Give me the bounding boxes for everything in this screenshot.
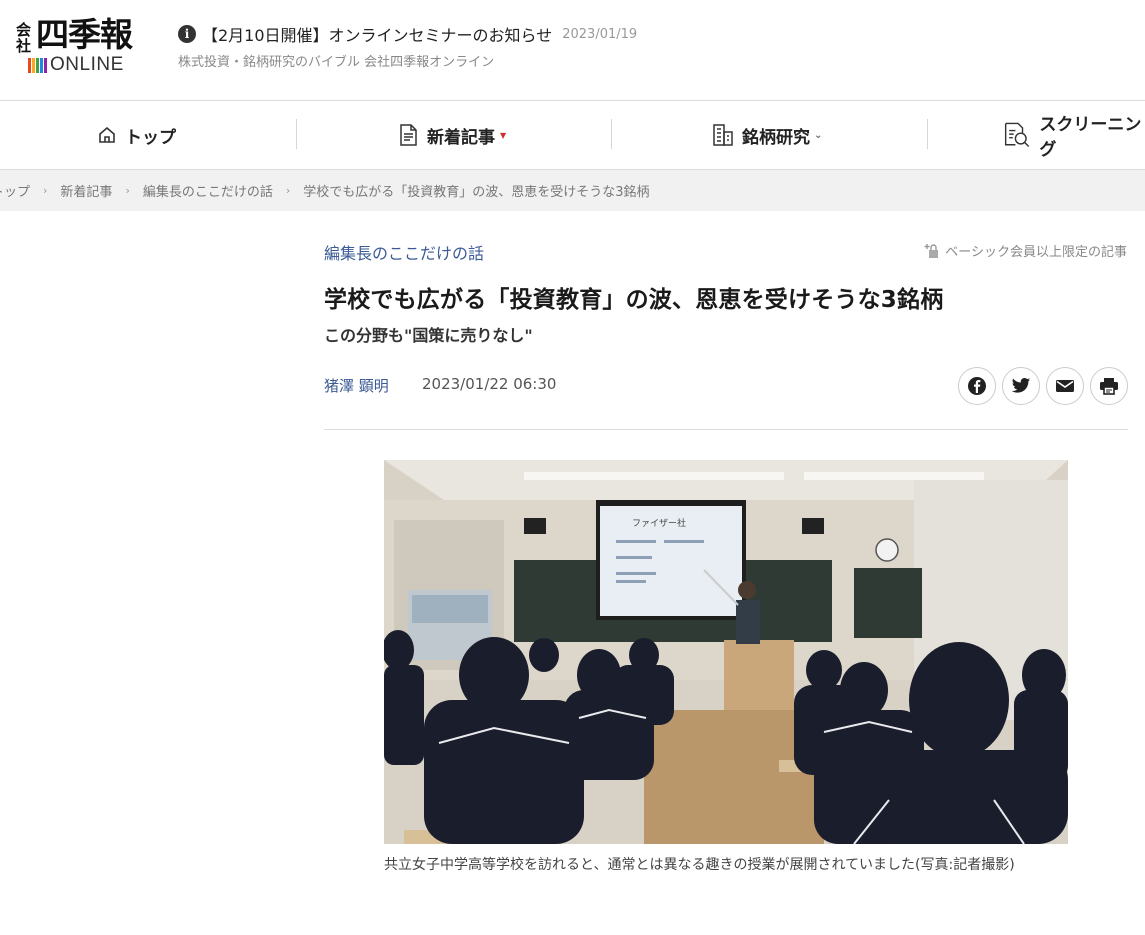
nav-label-new-articles: 新着記事 [427, 127, 495, 148]
mail-share-button[interactable] [1046, 367, 1084, 405]
chevron-down-icon: ⌄ [814, 129, 823, 141]
logo-online: ONLINE [50, 54, 124, 75]
nav-divider [927, 119, 928, 149]
article-title: 学校でも広がる「投資教育」の波、恩恵を受けそうな3銘柄 [324, 287, 944, 313]
building-icon [713, 124, 733, 146]
classroom-photo: ファイザー社 [384, 460, 1068, 844]
breadcrumb-item-new-articles[interactable]: 新着記事 [60, 181, 112, 200]
article-date: 2023/01/22 06:30 [422, 375, 557, 393]
breadcrumb-separator: › [285, 184, 291, 197]
mail-icon [1056, 380, 1074, 392]
article-subtitle: この分野も"国策に売りなし" [324, 326, 533, 345]
print-button[interactable] [1090, 367, 1128, 405]
seminar-notice[interactable]: i 【2月10日開催】オンラインセミナーのお知らせ 2023/01/19 [178, 22, 637, 46]
logo-name: 四季報 [36, 15, 133, 54]
site-header: 会社 四季報 ONLINE i 【2月10日開催】オンラインセミナーのお知らせ … [0, 0, 1145, 101]
members-only-text: ベーシック会員以上限定の記事 [945, 245, 1127, 260]
photo-caption: 共立女子中学高等学校を訪れると、通常とは異なる趣きの授業が展開されていました(写… [384, 857, 1015, 873]
facebook-icon [968, 377, 986, 395]
twitter-share-button[interactable] [1002, 367, 1040, 405]
nav-label-top: トップ [125, 127, 176, 148]
twitter-icon [1011, 377, 1031, 393]
info-icon: i [178, 25, 196, 43]
facebook-share-button[interactable] [958, 367, 996, 405]
notice-text[interactable]: 【2月10日開催】オンラインセミナーのお知らせ [202, 22, 552, 46]
document-icon [400, 124, 417, 146]
nav-divider [611, 119, 612, 149]
share-buttons [958, 367, 1128, 405]
nav-item-top[interactable]: トップ [97, 101, 176, 169]
nav-item-stock-research[interactable]: 銘柄研究 ⌄ [712, 101, 822, 169]
breadcrumb: トップ › 新着記事 › 編集長のここだけの話 › 学校でも広がる「投資教育」の… [0, 170, 1145, 211]
notice-date: 2023/01/19 [562, 26, 638, 42]
site-logo[interactable]: 会社 四季報 ONLINE [16, 16, 162, 80]
logo-color-bars [28, 57, 47, 73]
article-photo: ファイザー社 [384, 460, 1068, 844]
breadcrumb-separator: › [125, 184, 130, 197]
article-author[interactable]: 猪澤 顕明 [324, 375, 389, 396]
screening-search-icon [1004, 122, 1030, 148]
nav-item-screening[interactable]: スクリーニング [1003, 101, 1145, 169]
article-category[interactable]: 編集長のここだけの話 [324, 240, 484, 264]
breadcrumb-separator: › [43, 184, 48, 197]
nav-label-stock-research: 銘柄研究 [742, 127, 810, 148]
breadcrumb-item-top[interactable]: トップ [0, 181, 30, 200]
nav-item-new-articles[interactable]: 新着記事 ▼ [397, 101, 506, 169]
logo-kaisha: 会社 [16, 21, 32, 55]
breadcrumb-item-category[interactable]: 編集長のここだけの話 [143, 181, 273, 200]
divider [324, 429, 1128, 430]
lock-plus-icon [924, 244, 939, 258]
print-icon [1100, 378, 1118, 395]
home-icon [99, 126, 115, 143]
members-only-badge: ベーシック会員以上限定の記事 [923, 241, 1127, 260]
breadcrumb-item-current: 学校でも広がる「投資教育」の波、恩恵を受けそうな3銘柄 [303, 185, 650, 200]
main-nav: トップ 新着記事 ▼ 銘柄研究 ⌄ スクリーニング [0, 101, 1145, 170]
nav-label-screening: スクリーニング [1039, 115, 1142, 160]
chevron-down-icon: ▼ [500, 130, 507, 140]
site-tagline: 株式投資・銘柄研究のバイブル 会社四季報オンライン [178, 55, 495, 70]
screen-text: ファイザー社 [632, 517, 686, 529]
nav-divider [296, 119, 297, 149]
